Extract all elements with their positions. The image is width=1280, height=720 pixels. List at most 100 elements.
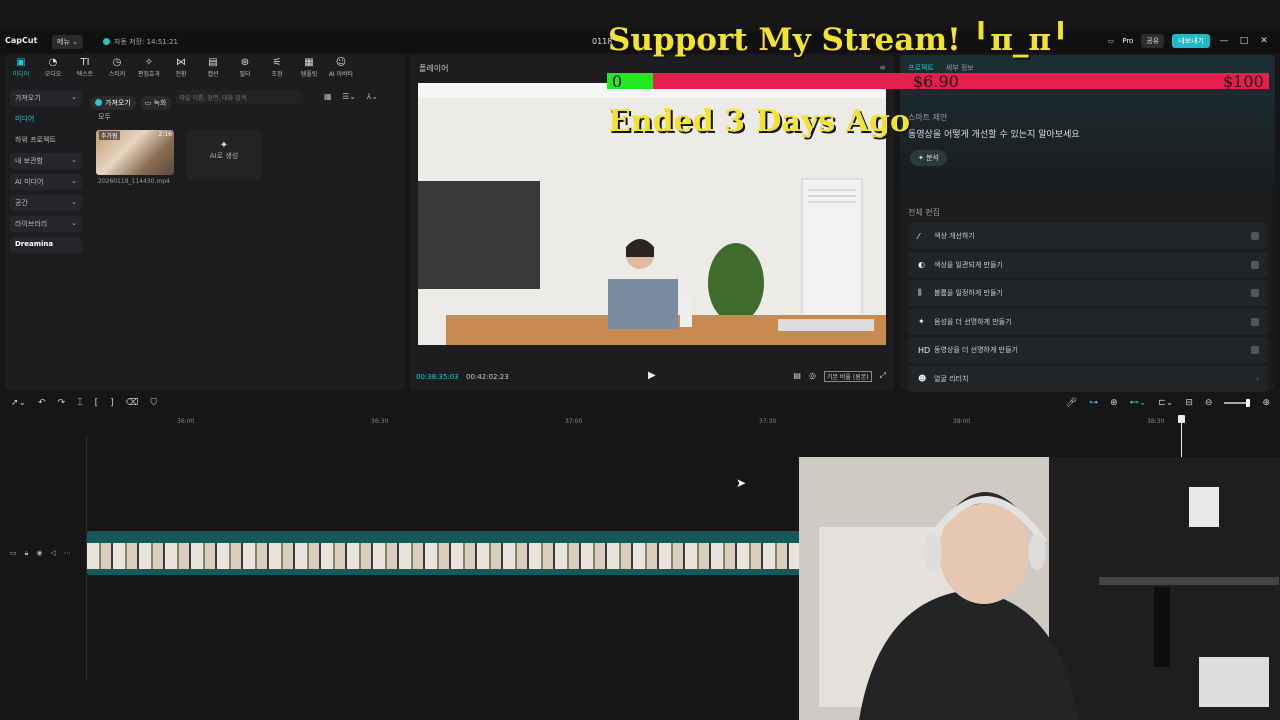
edit-suggestion-item[interactable]: ✦ 음성을 더 선명하게 만들기 bbox=[908, 308, 1268, 335]
edit-suggestion-item[interactable]: ⁄ 색상 개선하기 bbox=[908, 223, 1268, 249]
sidebar-item[interactable]: 가져오기 ⌄ bbox=[10, 90, 82, 106]
apply-toggle[interactable] bbox=[1251, 260, 1259, 269]
sidebar-item[interactable]: 내 보관함 ⌄ bbox=[10, 153, 82, 169]
microphone-icon[interactable]: 🎤︎ bbox=[1066, 398, 1077, 408]
sidebar-item[interactable]: 라이브러리 ⌄ bbox=[10, 216, 82, 232]
undo-icon[interactable]: ↶ bbox=[38, 398, 46, 408]
layout-icon[interactable]: ▭ bbox=[1108, 37, 1115, 45]
tool-tab-8[interactable]: ⚟ 조정 bbox=[261, 57, 293, 83]
select-tool-icon[interactable]: ➚⌄ bbox=[11, 398, 26, 408]
zoom-out-icon[interactable]: ⊖ bbox=[1205, 398, 1213, 408]
delete-icon[interactable]: ⌫ bbox=[126, 398, 139, 408]
media-clip-thumbnail[interactable]: 추가됨 2:16 bbox=[96, 130, 174, 175]
edit-suggestion-label: 색상 개선하기 bbox=[934, 232, 975, 240]
volume-icon[interactable]: ◁ bbox=[50, 549, 55, 558]
split-icon[interactable]: ⌶ bbox=[77, 398, 82, 408]
sidebar-item-label: 라이브러리 bbox=[15, 220, 48, 228]
snapshot-icon[interactable]: ◎ bbox=[809, 371, 816, 382]
link-icon[interactable]: ⊶ bbox=[1089, 398, 1098, 408]
tool-tab-4[interactable]: ✧ 편집효과 bbox=[133, 57, 165, 83]
menu-button[interactable]: 메뉴 ⌄ bbox=[52, 35, 83, 49]
pro-badge[interactable]: Pro bbox=[1122, 37, 1133, 45]
shield-icon[interactable]: ⛉ bbox=[150, 398, 157, 408]
redo-icon[interactable]: ↷ bbox=[58, 398, 66, 408]
edit-suggestion-item[interactable]: ☻ 얼굴 리터치 › bbox=[908, 365, 1268, 392]
trim-right-icon[interactable]: ] bbox=[110, 398, 114, 408]
autosave-text: 자동 저장: 14:51:21 bbox=[114, 38, 179, 46]
eye-icon[interactable]: ◉ bbox=[36, 549, 42, 558]
sidebar-item[interactable]: 공간 ⌄ bbox=[10, 195, 82, 211]
tool-tab-3[interactable]: ◷ 스티커 bbox=[101, 57, 133, 83]
zoom-fit-icon[interactable]: ⊕ bbox=[1262, 398, 1270, 408]
ai-generate-card[interactable]: ✦ AI로 생성 bbox=[186, 130, 262, 180]
apply-toggle[interactable] bbox=[1251, 346, 1259, 355]
tool-tab-0[interactable]: ▣ 미디어 bbox=[5, 57, 37, 83]
edit-suggestion-item[interactable]: HD 동영상을 더 선명하게 만들기 bbox=[908, 337, 1268, 364]
media-icon: ▣ bbox=[16, 57, 26, 68]
media-panel: ▣ 미디어 ◔ 오디오 TI 텍스트 ◷ 스티커 ✧ 편집효과 ⋈ 전환 ▤ 캡션 ⊛ 필터 ⚟ 조정 ▦ 템플릿 ☺ A… bbox=[5, 55, 405, 390]
zoom-slider[interactable] bbox=[1224, 399, 1251, 407]
tool-tab-label: 오디오 bbox=[44, 71, 62, 78]
more-icon[interactable]: ⋯ bbox=[64, 549, 71, 558]
tool-tab-10[interactable]: ☺ AI 아바타 bbox=[325, 57, 357, 83]
import-chip-label: 가져오기 bbox=[105, 99, 131, 107]
share-button[interactable]: 공유 bbox=[1141, 34, 1165, 48]
analyze-button[interactable]: ✦ 분석 bbox=[910, 150, 947, 166]
tool-tab-6[interactable]: ▤ 캡션 bbox=[197, 57, 229, 83]
apply-toggle[interactable] bbox=[1251, 289, 1259, 298]
sidebar-item[interactable]: AI 미디어 ⌄ bbox=[10, 174, 82, 190]
cover-icon[interactable]: ▭ bbox=[10, 549, 17, 558]
ai-avatar-icon: ☺ bbox=[335, 57, 347, 68]
magnet-icon[interactable]: ⊷⌄ bbox=[1130, 398, 1147, 408]
smart-suggestions-label: 스마트 제안 bbox=[908, 113, 948, 122]
edit-suggestion-item[interactable]: ◐ 색상을 일관되게 만들기 bbox=[908, 251, 1268, 278]
apply-toggle[interactable] bbox=[1251, 317, 1259, 326]
close-icon[interactable]: ✕ bbox=[1258, 36, 1270, 46]
preview-icon[interactable]: ⊏⌄ bbox=[1158, 398, 1173, 408]
tool-tab-9[interactable]: ▦ 템플릿 bbox=[293, 57, 325, 83]
maximize-icon[interactable]: □ bbox=[1238, 36, 1250, 46]
player-menu-icon[interactable]: ≡ bbox=[879, 63, 886, 72]
import-chip[interactable]: 가져오기 bbox=[90, 96, 136, 110]
wand-icon: ⁄ bbox=[918, 231, 920, 241]
trim-left-icon[interactable]: [ bbox=[95, 398, 99, 408]
chevron-down-icon: ⌄ bbox=[71, 177, 77, 185]
edit-suggestion-label: 얼굴 리터치 bbox=[934, 374, 969, 383]
caption-icon: ▤ bbox=[208, 57, 218, 68]
edit-suggestion-item[interactable]: ⫼ 볼륨을 일정하게 만들기 bbox=[908, 280, 1268, 307]
tool-tab-5[interactable]: ⋈ 전환 bbox=[165, 57, 197, 83]
sidebar-item[interactable]: 미디어 bbox=[10, 111, 82, 127]
all-filter-label[interactable]: 모두 bbox=[98, 112, 111, 122]
apply-toggle[interactable] bbox=[1251, 232, 1259, 240]
right-tab-1[interactable]: 세부 정보 bbox=[946, 64, 974, 72]
lock-icon[interactable]: 🔒︎ bbox=[25, 549, 29, 558]
media-search-input[interactable]: 파일 이름, 장면, 대화 검색 bbox=[175, 90, 301, 104]
aspect-ratio-button[interactable]: 기본 비율 (원본) bbox=[823, 371, 872, 382]
crop-icon[interactable]: ▤ bbox=[793, 371, 801, 382]
video-clip[interactable] bbox=[87, 531, 887, 575]
sidebar-item[interactable]: 하위 프로젝트 bbox=[10, 132, 82, 148]
view-options-icons[interactable]: ▦ ☰⌄ ⅄⌄ bbox=[324, 92, 378, 101]
sidebar-item-label: Dreamina bbox=[15, 240, 54, 248]
snap-icon[interactable]: ⊕ bbox=[1110, 398, 1118, 408]
clip-duration: 2:16 bbox=[158, 131, 172, 138]
stream-overlay-title: Support My Stream! ╹π_π╹ bbox=[608, 22, 1070, 58]
ruler-tick-label: 38:00 bbox=[953, 418, 971, 425]
timeline-ruler[interactable]: 36:00 36:30 37:00 37:30 38:00 38:30 bbox=[87, 415, 1275, 429]
sparkle-icon: ✦ bbox=[918, 317, 925, 327]
goal-ended-text: Ended 3 Days Ago bbox=[608, 104, 910, 139]
app-logo: CapCut bbox=[5, 36, 38, 45]
sidebar-item[interactable]: Dreamina bbox=[10, 237, 82, 253]
play-button[interactable]: ▶ bbox=[648, 370, 656, 381]
ai-suggestions-panel: 프로젝트 세부 정보 스마트 제안 동영상을 어떻게 개선할 수 있는지 알아보세… bbox=[900, 55, 1275, 392]
record-chip[interactable]: ▭ 녹화 bbox=[139, 96, 172, 110]
playhead[interactable] bbox=[1178, 415, 1185, 457]
fullscreen-icon[interactable]: ⤢ bbox=[880, 371, 886, 382]
export-button[interactable]: 내보내기 bbox=[1172, 34, 1210, 48]
tool-tab-2[interactable]: TI 텍스트 bbox=[69, 57, 101, 83]
tool-tab-1[interactable]: ◔ 오디오 bbox=[37, 57, 69, 83]
minimize-icon[interactable]: — bbox=[1218, 36, 1230, 46]
right-tab-0[interactable]: 프로젝트 bbox=[908, 64, 934, 72]
caption-track-icon[interactable]: ⊟ bbox=[1185, 398, 1193, 408]
tool-tab-7[interactable]: ⊛ 필터 bbox=[229, 57, 261, 83]
